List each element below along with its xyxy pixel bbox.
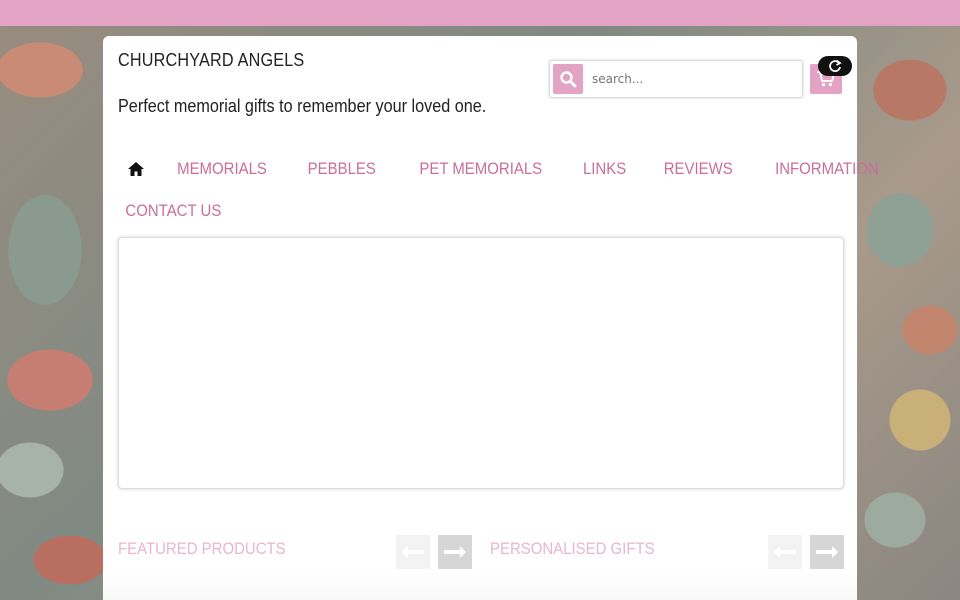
arrow-right-icon xyxy=(816,546,838,558)
refresh-icon xyxy=(829,59,842,72)
nav-item-information[interactable]: INFORMATION xyxy=(761,159,891,179)
nav-item-reviews[interactable]: REVIEWS xyxy=(651,159,746,179)
nav-item-memorials[interactable]: MEMORIALS xyxy=(164,159,280,179)
personalised-gifts-title: PERSONALISED GIFTS xyxy=(490,539,655,558)
home-icon xyxy=(128,162,144,176)
product-carousel-area xyxy=(103,571,857,600)
nav-item-pebbles[interactable]: PEBBLES xyxy=(294,159,389,179)
banner-slider xyxy=(118,237,844,489)
search-box xyxy=(549,60,803,98)
featured-products-title: FEATURED PRODUCTS xyxy=(118,539,286,558)
arrow-left-icon xyxy=(774,546,796,558)
tagline: Perfect memorial gifts to remember your … xyxy=(118,96,487,116)
featured-next-button[interactable] xyxy=(438,535,472,569)
nav-home[interactable] xyxy=(118,162,156,176)
nav-item-links[interactable]: LINKS xyxy=(570,159,640,179)
featured-prev-button[interactable] xyxy=(396,535,430,569)
arrow-right-icon xyxy=(444,546,466,558)
main-nav: MEMORIALS PEBBLES PET MEMORIALS LINKS RE… xyxy=(118,148,878,232)
personalised-next-button[interactable] xyxy=(810,535,844,569)
nav-row-1: MEMORIALS PEBBLES PET MEMORIALS LINKS RE… xyxy=(118,148,878,190)
search-icon xyxy=(560,71,577,88)
nav-item-pet-memorials[interactable]: PET MEMORIALS xyxy=(406,159,555,179)
nav-row-2: CONTACT US xyxy=(118,190,848,232)
search-input[interactable] xyxy=(590,64,794,94)
search-button[interactable] xyxy=(553,64,583,94)
personalised-prev-button[interactable] xyxy=(768,535,802,569)
nav-item-contact-us[interactable]: CONTACT US xyxy=(125,201,234,221)
refresh-button[interactable] xyxy=(818,56,852,76)
arrow-left-icon xyxy=(402,546,424,558)
site-name[interactable]: CHURCHYARD ANGELS xyxy=(118,50,304,71)
top-bar xyxy=(0,0,960,26)
content-panel: CHURCHYARD ANGELS Perfect memorial gifts… xyxy=(103,36,878,600)
